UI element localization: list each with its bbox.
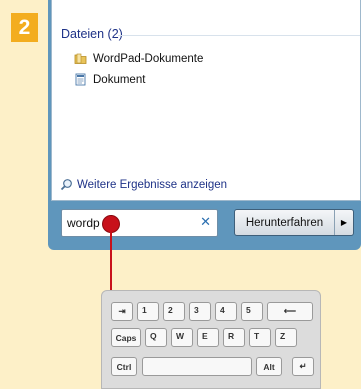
key-q[interactable]: Q	[145, 328, 167, 347]
result-item-label: WordPad-Dokumente	[93, 52, 204, 65]
key-3[interactable]: 3	[189, 302, 211, 321]
start-menu-window: Dateien (2) WordPad-Dokumente Dokument W…	[48, 0, 361, 250]
key-enter[interactable]: ↵	[292, 357, 314, 376]
more-results-link[interactable]: Weitere Ergebnisse anzeigen	[60, 178, 227, 191]
result-item-wordpad-dokumente[interactable]: WordPad-Dokumente	[74, 52, 203, 65]
search-input[interactable]: wordp ✕	[61, 209, 218, 237]
category-header[interactable]: Dateien (2)	[61, 27, 123, 41]
magnifier-icon	[60, 179, 72, 191]
search-value: wordp	[67, 216, 100, 230]
key-2[interactable]: 2	[163, 302, 185, 321]
more-results-label: Weitere Ergebnisse anzeigen	[77, 178, 228, 191]
result-item-label: Dokument	[93, 73, 146, 86]
key-caps[interactable]: Caps	[111, 328, 141, 347]
key-r[interactable]: R	[223, 328, 245, 347]
key-space[interactable]	[142, 357, 252, 376]
key-w[interactable]: W	[171, 328, 193, 347]
shutdown-options-arrow-icon[interactable]: ▶	[334, 210, 353, 235]
key-ctrl[interactable]: Ctrl	[111, 357, 137, 376]
key-z[interactable]: Z	[275, 328, 297, 347]
folder-icon	[74, 53, 87, 64]
key-tab[interactable]: ⇥	[111, 302, 133, 321]
key-e[interactable]: E	[197, 328, 219, 347]
shutdown-button-group: Herunterfahren ▶	[234, 209, 354, 236]
key-t[interactable]: T	[249, 328, 271, 347]
key-5[interactable]: 5	[241, 302, 263, 321]
pointer-connector-line	[110, 232, 112, 290]
clear-search-button[interactable]: ✕	[200, 214, 211, 230]
pointer-marker	[102, 215, 120, 233]
keyboard-illustration: ⇥ 1 2 3 4 5 ⟵ Caps Q W E R T Z Ctrl Alt …	[101, 290, 321, 389]
step-badge: 2	[11, 13, 38, 42]
key-alt[interactable]: Alt	[256, 357, 282, 376]
key-4[interactable]: 4	[215, 302, 237, 321]
category-divider	[118, 35, 360, 36]
shutdown-button[interactable]: Herunterfahren	[235, 210, 334, 235]
key-backspace[interactable]: ⟵	[267, 302, 313, 321]
search-results-panel: Dateien (2) WordPad-Dokumente Dokument W…	[51, 0, 361, 201]
wordpad-document-icon	[75, 73, 86, 86]
result-item-dokument[interactable]: Dokument	[74, 73, 145, 86]
key-1[interactable]: 1	[137, 302, 159, 321]
